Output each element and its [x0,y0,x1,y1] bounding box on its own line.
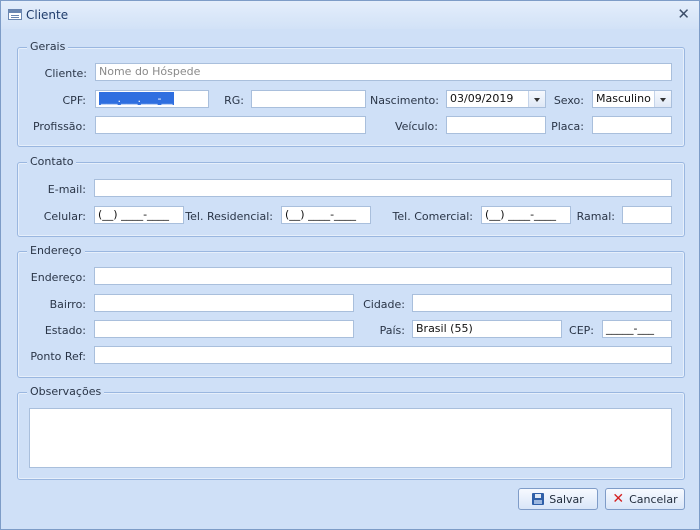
pais-label: País: [379,324,405,337]
nascimento-datepicker[interactable]: 03/09/2019 [446,90,546,108]
chevron-down-icon[interactable] [654,91,671,107]
cidade-label: Cidade: [363,298,405,311]
nascimento-label: Nascimento: [369,94,439,107]
sexo-select[interactable]: Masculino [592,90,672,108]
cliente-placeholder: Nome do Hóspede [99,65,201,78]
observacoes-legend: Observações [27,385,105,398]
ponto-ref-input[interactable] [94,346,672,364]
cep-label: CEP: [569,324,594,337]
close-icon[interactable]: ✕ [677,5,690,23]
ponto-ref-label: Ponto Ref: [30,350,86,363]
contato-legend: Contato [27,155,77,168]
email-label: E-mail: [47,183,86,196]
endereco-label: Endereço: [30,271,86,284]
ramal-label: Ramal: [576,210,615,223]
gerais-panel: Gerais Cliente: Nome do Hóspede CPF: ___… [17,40,685,147]
celular-label: Celular: [43,210,86,223]
sexo-value: Masculino [596,92,651,105]
tel-residencial-label: Tel. Residencial: [185,210,273,223]
profissao-label: Profissão: [32,120,86,133]
cliente-input[interactable]: Nome do Hóspede [95,63,672,81]
salvar-label: Salvar [549,492,584,506]
celular-input[interactable]: (__) ____-____ [94,206,184,224]
estado-input[interactable] [94,320,354,338]
estado-label: Estado: [44,324,86,337]
veiculo-input[interactable] [446,116,546,134]
rg-label: RG: [224,94,244,107]
salvar-button[interactable]: Salvar [518,488,598,510]
cidade-input[interactable] [412,294,672,312]
cliente-window: Cliente ✕ Gerais Cliente: Nome do Hósped… [0,0,700,530]
sexo-label: Sexo: [553,94,584,107]
cpf-input[interactable]: ___.___.___-__ [95,90,209,108]
cpf-value: ___.___.___-__ [99,92,175,105]
ramal-input[interactable] [622,206,672,224]
cancelar-label: Cancelar [629,492,678,506]
bairro-label: Bairro: [49,298,86,311]
contato-panel: Contato E-mail: Celular: (__) ____-____ … [17,155,685,237]
veiculo-label: Veículo: [394,120,438,133]
cliente-label: Cliente: [44,67,87,80]
placa-input[interactable] [592,116,672,134]
cancelar-button[interactable]: ✕ Cancelar [605,488,685,510]
pais-input[interactable]: Brasil (55) [412,320,562,338]
tel-residencial-input[interactable]: (__) ____-____ [281,206,371,224]
bairro-input[interactable] [94,294,354,312]
nascimento-value: 03/09/2019 [450,92,514,105]
window-icon [8,9,22,20]
title-bar: Cliente ✕ [1,1,699,29]
endereco-panel: Endereço Endereço: Bairro: Cidade: Estad… [17,244,685,378]
placa-label: Placa: [551,120,584,133]
profissao-input[interactable] [95,116,366,134]
cpf-label: CPF: [62,94,87,107]
endereco-legend: Endereço [27,244,85,257]
cep-input[interactable]: _____-___ [602,320,672,338]
save-icon [532,493,545,505]
tel-comercial-label: Tel. Comercial: [392,210,473,223]
window-title: Cliente [26,8,69,22]
gerais-legend: Gerais [27,40,69,53]
tel-comercial-input[interactable]: (__) ____-____ [481,206,571,224]
observacoes-textarea[interactable] [29,408,672,468]
email-input[interactable] [94,179,672,197]
observacoes-panel: Observações [17,385,685,480]
cancel-icon: ✕ [612,491,625,507]
endereco-input[interactable] [94,267,672,285]
